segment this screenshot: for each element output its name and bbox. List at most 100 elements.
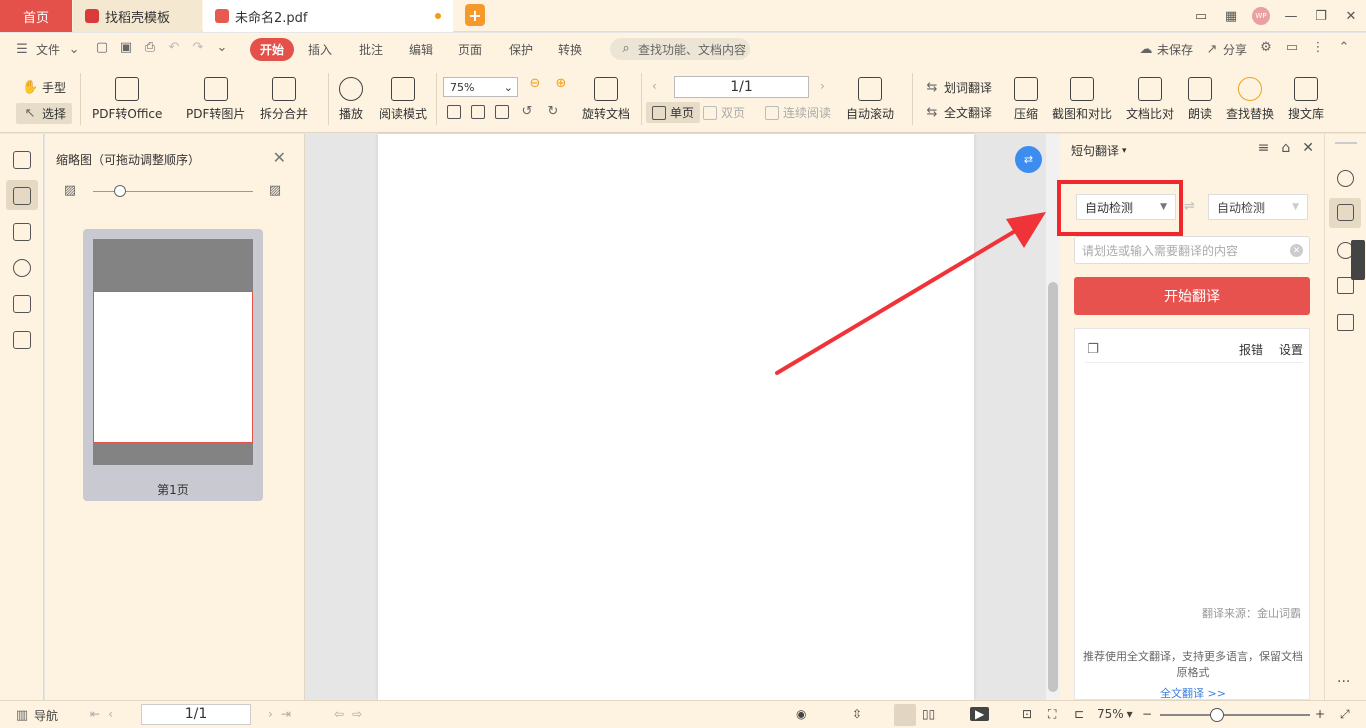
navigation-toggle[interactable]: ▥ 导航 xyxy=(14,707,58,724)
page-width-icon[interactable]: ⇳ xyxy=(852,707,862,721)
grid-icon[interactable]: ▦ xyxy=(1216,9,1246,24)
target-language-select[interactable]: 自动检测 ▼ xyxy=(1208,194,1308,220)
next-page-icon[interactable]: › xyxy=(268,707,273,721)
continuous-read-button[interactable]: 连续阅读 xyxy=(765,104,831,121)
read-aloud-button[interactable]: 朗读 xyxy=(1188,65,1212,122)
close-icon[interactable]: ✕ xyxy=(1336,9,1366,24)
document-page[interactable] xyxy=(378,134,974,700)
menu-icon[interactable]: ≡ xyxy=(1258,140,1270,156)
rotate-left-icon[interactable]: ↺ xyxy=(519,105,535,119)
forward-icon[interactable]: ⇨ xyxy=(352,707,362,721)
open-folder-icon[interactable]: ▢ xyxy=(94,41,110,55)
translate-panel-title[interactable]: 短句翻译 ▾ xyxy=(1071,142,1127,159)
play-icon[interactable]: ▶ xyxy=(970,707,990,721)
thumbnail-size-slider-handle[interactable] xyxy=(114,185,126,197)
hand-tool[interactable]: ✋ 手型 xyxy=(22,79,66,96)
menu-convert[interactable]: 转换 xyxy=(558,41,582,58)
page-thumbnail[interactable]: 第1页 xyxy=(83,229,263,501)
attachment-icon[interactable] xyxy=(13,259,31,277)
zoom-select[interactable]: 75% ⌄ xyxy=(443,77,518,97)
prev-page-icon[interactable]: ‹ xyxy=(108,707,113,721)
full-translate-link[interactable]: 全文翻译 >> xyxy=(1075,685,1311,701)
undo-icon[interactable]: ↶ xyxy=(166,41,182,55)
split-merge-button[interactable]: 拆分合并 xyxy=(260,65,308,122)
print-icon[interactable]: ⎙ xyxy=(142,41,158,55)
settings-link[interactable]: 设置 xyxy=(1279,341,1303,358)
full-translate-button[interactable]: ⇆ 全文翻译 xyxy=(924,104,992,121)
word-translate-button[interactable]: ⇆ 划词翻译 xyxy=(924,79,992,96)
page-number-input[interactable]: 1/1 xyxy=(674,76,809,98)
save-icon[interactable]: ▣ xyxy=(118,41,134,55)
status-single-page[interactable] xyxy=(894,704,916,726)
play-button[interactable]: 播放 xyxy=(339,65,363,122)
eye-protect-icon[interactable]: ◉ xyxy=(796,707,806,721)
layers-icon[interactable] xyxy=(13,331,31,349)
scrollbar-thumb[interactable] xyxy=(1048,282,1058,692)
more-vertical-icon[interactable]: ⋮ xyxy=(1310,41,1326,55)
rotate-doc-button[interactable]: 旋转文档 xyxy=(582,65,630,122)
layout-icon[interactable]: ▭ xyxy=(1186,9,1216,24)
double-page-icon[interactable]: ▯▯ xyxy=(922,707,935,721)
actual-size-icon[interactable] xyxy=(447,105,461,119)
bookmark-icon[interactable] xyxy=(13,151,31,169)
find-replace-button[interactable]: 查找替换 xyxy=(1226,65,1274,122)
screenshot-compare-button[interactable]: 截图和对比 xyxy=(1052,65,1112,122)
zoom-out-icon[interactable]: ⊖ xyxy=(527,77,543,91)
menu-protect[interactable]: 保护 xyxy=(509,41,533,58)
redo-icon[interactable]: ↷ xyxy=(190,41,206,55)
restore-icon[interactable]: ❐ xyxy=(1306,9,1336,24)
last-page-icon[interactable]: ⇥ xyxy=(281,707,291,721)
pdf-to-image-button[interactable]: PDF转图片 xyxy=(186,65,245,122)
fit-page-icon[interactable] xyxy=(471,105,485,119)
tab-home[interactable]: 首页 xyxy=(0,0,72,32)
small-image-icon[interactable]: ▨ xyxy=(62,184,78,198)
status-page-input[interactable]: 1/1 xyxy=(141,704,251,725)
single-page-button[interactable]: 单页 xyxy=(646,102,701,123)
fit-width-icon[interactable]: ⊏ xyxy=(1074,707,1084,721)
translate-icon[interactable] xyxy=(1337,204,1354,221)
menu-start[interactable]: 开始 xyxy=(250,38,295,61)
compress-button[interactable]: 压缩 xyxy=(1014,65,1038,122)
swap-languages-icon[interactable]: ⇌ xyxy=(1184,199,1195,214)
comment-icon[interactable]: ▭ xyxy=(1284,41,1300,55)
collapse-ribbon-icon[interactable]: ⌃ xyxy=(1336,41,1352,55)
next-page-icon[interactable]: › xyxy=(820,79,825,93)
zoom-out-icon[interactable]: − xyxy=(1142,707,1152,721)
start-translate-button[interactable]: 开始翻译 xyxy=(1074,277,1310,315)
translate-input[interactable]: 请划选或输入需要翻译的内容 ✕ xyxy=(1074,236,1310,264)
signature-icon[interactable] xyxy=(13,295,31,313)
cloud-save-status[interactable]: ☁ 未保存 xyxy=(1138,41,1194,58)
menu-annotate[interactable]: 批注 xyxy=(359,41,383,58)
more-horizontal-icon[interactable]: ··· xyxy=(1337,674,1350,690)
pin-icon[interactable]: ⌂ xyxy=(1281,140,1290,156)
clear-icon[interactable]: ✕ xyxy=(1290,244,1303,257)
doc-compare-button[interactable]: 文档比对 xyxy=(1126,65,1174,122)
back-icon[interactable]: ⇦ xyxy=(334,707,344,721)
zoom-in-icon[interactable]: ⊕ xyxy=(553,77,569,91)
first-page-icon[interactable]: ⇤ xyxy=(90,707,100,721)
zoom-slider[interactable] xyxy=(1160,714,1310,716)
prev-page-icon[interactable]: ‹ xyxy=(652,79,657,93)
pdf-to-office-button[interactable]: PDF转Office xyxy=(92,65,162,122)
side-scroll-widget[interactable] xyxy=(1351,240,1365,280)
menu-insert[interactable]: 插入 xyxy=(308,41,332,58)
minimize-icon[interactable]: — xyxy=(1276,9,1306,24)
comment-icon[interactable] xyxy=(13,223,31,241)
actual-size-icon[interactable]: ⊡ xyxy=(1022,707,1032,721)
fit-page-icon[interactable]: ⛶ xyxy=(1048,707,1056,722)
auto-scroll-button[interactable]: 自动滚动 xyxy=(846,65,894,122)
menu-page[interactable]: 页面 xyxy=(458,41,482,58)
more-chevron-icon[interactable]: ⌄ xyxy=(214,41,230,55)
zoom-slider-handle[interactable] xyxy=(1210,708,1224,722)
zoom-in-icon[interactable]: + xyxy=(1315,707,1325,721)
ai-search-icon[interactable] xyxy=(1337,170,1354,187)
new-tab-button[interactable]: + xyxy=(465,4,485,26)
search-input[interactable]: ⌕ 查找功能、文档内容 xyxy=(610,38,750,60)
read-mode-button[interactable]: 阅读模式 xyxy=(379,65,427,122)
share-button[interactable]: ↗ 分享 xyxy=(1204,41,1247,58)
fit-width-icon[interactable] xyxy=(495,105,509,119)
reader-icon[interactable] xyxy=(1337,314,1354,331)
gear-icon[interactable]: ⚙ xyxy=(1258,41,1274,55)
tab-shell-template[interactable]: 找稻壳模板 xyxy=(73,0,202,32)
double-page-button[interactable]: 双页 xyxy=(703,104,745,121)
